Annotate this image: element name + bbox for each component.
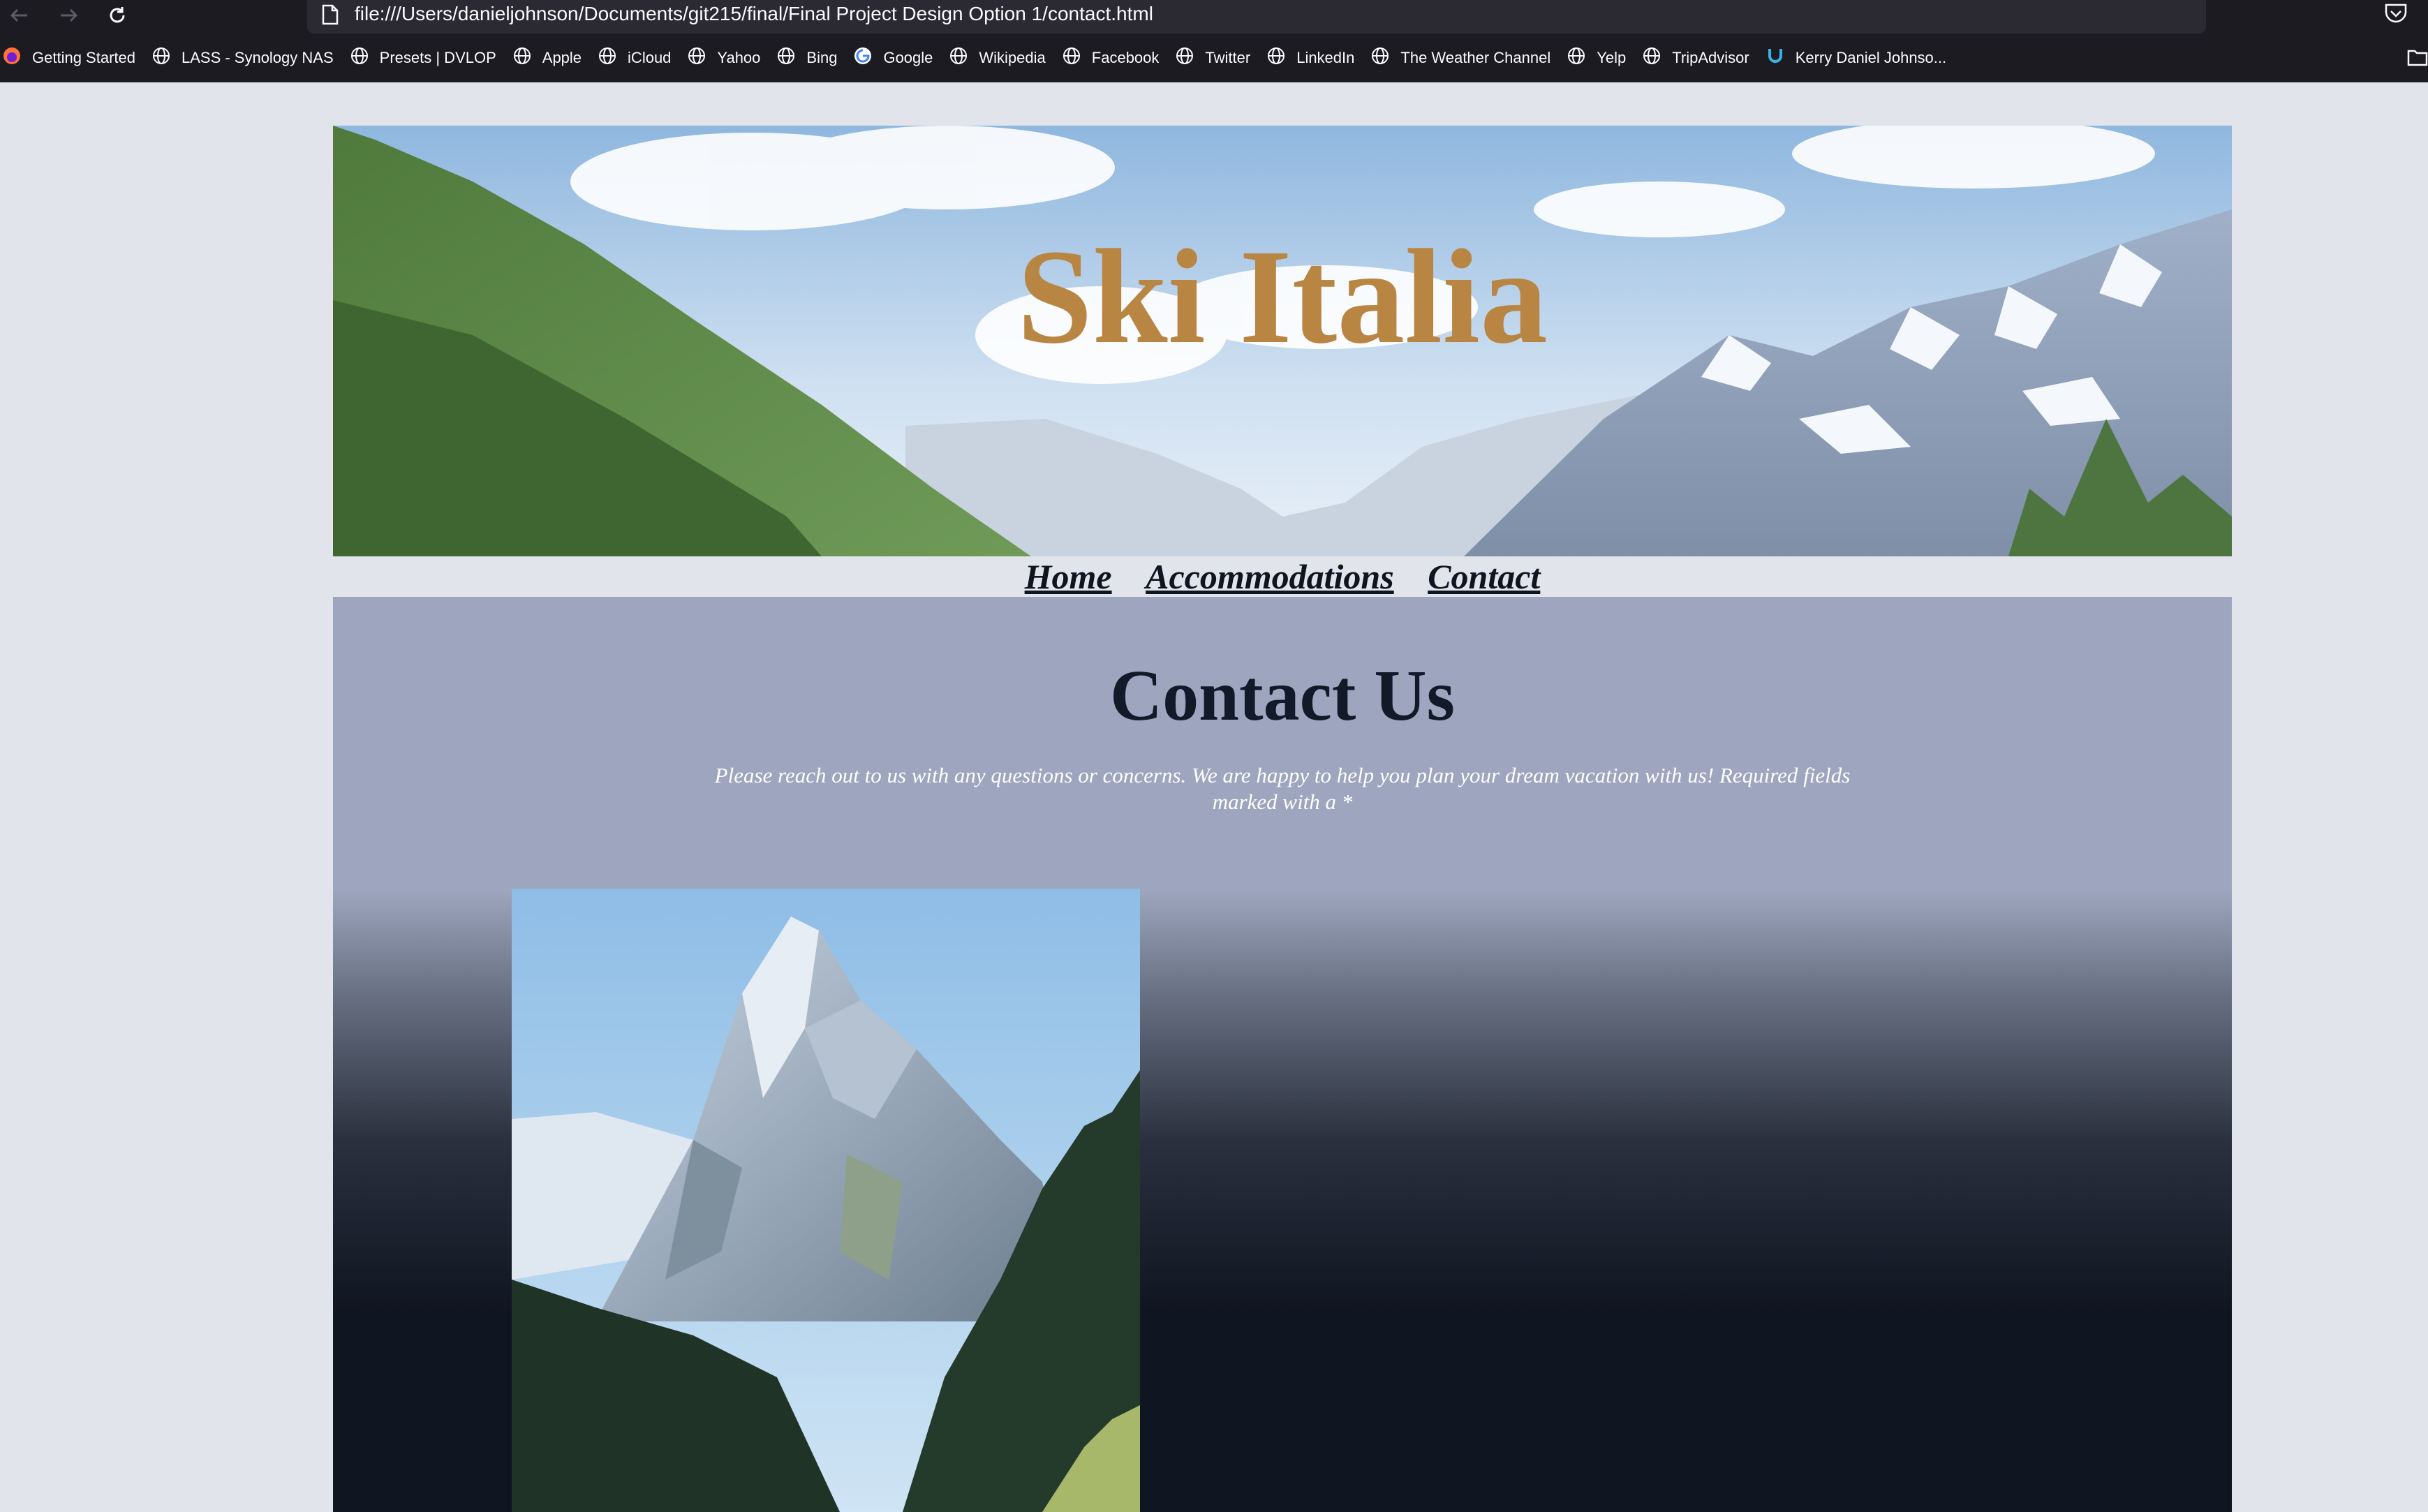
bookmark-label: Wikipedia xyxy=(979,49,1046,66)
nav-accommodations-link[interactable]: Accommodations xyxy=(1146,557,1394,596)
bookmark-item[interactable]: Presets | DVLOP xyxy=(350,47,496,69)
bookmark-label: Facebook xyxy=(1091,49,1160,66)
globe-icon xyxy=(777,47,801,69)
bookmarks-toolbar: Getting Started LASS - Synology NAS Preset… xyxy=(0,34,2428,82)
globe-icon xyxy=(1267,47,1291,69)
page-heading: Contact Us xyxy=(1110,655,1455,736)
page-viewport: Ski Italia Home Accommodations Contact C… xyxy=(0,82,2428,1512)
bookmark-label: Kerry Daniel Johnso... xyxy=(1795,49,1947,66)
bookmarks-list: Getting Started LASS - Synology NAS Preset… xyxy=(0,34,2428,82)
globe-icon xyxy=(152,47,176,69)
globe-icon xyxy=(1567,47,1591,69)
back-button[interactable] xyxy=(4,0,35,31)
globe-icon xyxy=(1371,47,1395,69)
globe-icon xyxy=(688,47,711,69)
reload-button[interactable] xyxy=(102,0,133,31)
bookmark-label: Apple xyxy=(542,49,582,66)
bookmark-label: Presets | DVLOP xyxy=(379,49,496,66)
bookmark-label: Yahoo xyxy=(717,49,761,66)
bookmark-item[interactable]: Bing xyxy=(777,47,837,69)
arrow-left-icon xyxy=(10,8,27,22)
bookmark-item[interactable]: LASS - Synology NAS xyxy=(152,47,334,69)
pocket-icon xyxy=(2385,3,2407,23)
google-icon xyxy=(854,47,878,69)
globe-icon xyxy=(598,47,622,69)
bookmark-item[interactable]: iCloud xyxy=(598,47,671,69)
globe-icon xyxy=(1643,47,1666,69)
forward-button[interactable] xyxy=(53,0,84,31)
bookmark-item[interactable]: Apple xyxy=(513,47,582,69)
bookmark-label: Bing xyxy=(806,49,838,66)
bookmark-label: Yelp xyxy=(1597,49,1627,66)
magnet-icon xyxy=(1766,47,1790,69)
globe-icon xyxy=(1176,47,1199,69)
globe-icon xyxy=(350,47,374,69)
bookmark-item[interactable]: Google xyxy=(854,47,933,69)
bookmark-label: Getting Started xyxy=(32,49,135,66)
nav-contact-link[interactable]: Contact xyxy=(1428,557,1540,596)
bookmark-item[interactable]: Twitter xyxy=(1176,47,1250,69)
bookmark-label: Twitter xyxy=(1205,49,1251,66)
nav-home-link[interactable]: Home xyxy=(1025,557,1112,596)
globe-icon xyxy=(949,47,973,69)
bookmark-item[interactable]: Facebook xyxy=(1063,47,1160,69)
bookmark-item[interactable]: Getting Started xyxy=(3,47,135,69)
globe-icon xyxy=(1063,47,1086,69)
bookmark-label: TripAdvisor xyxy=(1672,49,1749,66)
mountain-photo xyxy=(512,889,1140,1512)
bookmark-label: Google xyxy=(883,49,933,66)
site-title: Ski Italia xyxy=(1016,221,1548,371)
bookmark-label: The Weather Channel xyxy=(1400,49,1551,66)
contact-intro-text: Please reach out to us with any question… xyxy=(714,763,1851,814)
bookmark-item[interactable]: TripAdvisor xyxy=(1643,47,1749,69)
reload-icon xyxy=(110,7,125,23)
bookmark-item[interactable]: Yelp xyxy=(1567,47,1626,69)
browser-toolbar: file:///Users/danieljohnson/Documents/gi… xyxy=(0,0,2428,34)
page-icon xyxy=(322,4,339,25)
bookmark-item[interactable]: Kerry Daniel Johnso... xyxy=(1766,47,1946,69)
bookmark-item[interactable]: LinkedIn xyxy=(1267,47,1354,69)
mountain-peak-image xyxy=(512,889,1140,1512)
bookmark-item[interactable]: The Weather Channel xyxy=(1371,47,1550,69)
globe-icon xyxy=(513,47,537,69)
firefox-icon xyxy=(3,47,27,69)
bookmark-label: LinkedIn xyxy=(1296,49,1355,66)
pocket-button[interactable] xyxy=(2382,0,2410,31)
contact-section: Contact Us Please reach out to us with a… xyxy=(333,597,2232,1512)
bookmark-label: iCloud xyxy=(628,49,672,66)
arrow-right-icon xyxy=(61,8,78,22)
other-bookmarks-button[interactable] xyxy=(2407,49,2428,71)
main-nav: Home Accommodations Contact xyxy=(333,556,2232,597)
bookmark-label: LASS - Synology NAS xyxy=(181,49,334,66)
url-text[interactable]: file:///Users/danieljohnson/Documents/gi… xyxy=(355,0,1153,28)
address-bar[interactable]: file:///Users/danieljohnson/Documents/gi… xyxy=(307,0,2206,34)
bookmark-item[interactable]: Wikipedia xyxy=(949,47,1046,69)
folder-icon xyxy=(2407,50,2428,66)
hero-banner: Ski Italia xyxy=(333,126,2232,556)
bookmark-item[interactable]: Yahoo xyxy=(688,47,760,69)
